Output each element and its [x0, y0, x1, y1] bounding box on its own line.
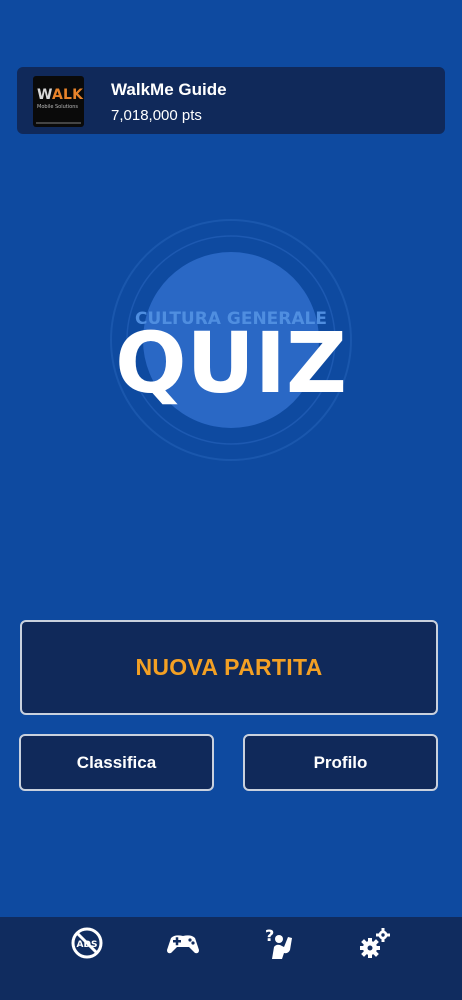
- question-hand-icon: ?: [265, 926, 292, 959]
- games-tab[interactable]: [163, 923, 203, 963]
- quiz-logo: CULTURA GENERALE QUIZ: [0, 200, 462, 500]
- user-card[interactable]: WALKME Mobile Solutions WalkMe Guide 7,0…: [17, 67, 445, 134]
- questions-tab[interactable]: ?: [260, 923, 300, 963]
- points-count: 7,018,000 pts: [111, 107, 202, 124]
- leaderboard-button[interactable]: Classifica: [19, 734, 214, 791]
- quiz-logo-graphic: CULTURA GENERALE QUIZ: [110, 219, 352, 461]
- logo-title: QUIZ: [115, 314, 347, 412]
- svg-text:?: ?: [265, 926, 274, 945]
- no-ads-icon: ADS: [71, 927, 103, 959]
- profile-button[interactable]: Profilo: [243, 734, 438, 791]
- no-ads-tab[interactable]: ADS: [67, 923, 107, 963]
- avatar-logo-text: WALKME: [37, 87, 84, 103]
- settings-tab[interactable]: [355, 923, 395, 963]
- gamepad-icon: [167, 935, 199, 954]
- bottom-tab-bar: ADS ?: [0, 917, 462, 1000]
- avatar-footer-strip: [36, 122, 81, 124]
- avatar: WALKME Mobile Solutions: [33, 76, 84, 127]
- settings-gears-icon: [360, 928, 390, 958]
- new-game-button[interactable]: NUOVA PARTITA: [20, 620, 438, 715]
- username: WalkMe Guide: [111, 80, 227, 99]
- avatar-logo-subtext: Mobile Solutions: [37, 104, 78, 110]
